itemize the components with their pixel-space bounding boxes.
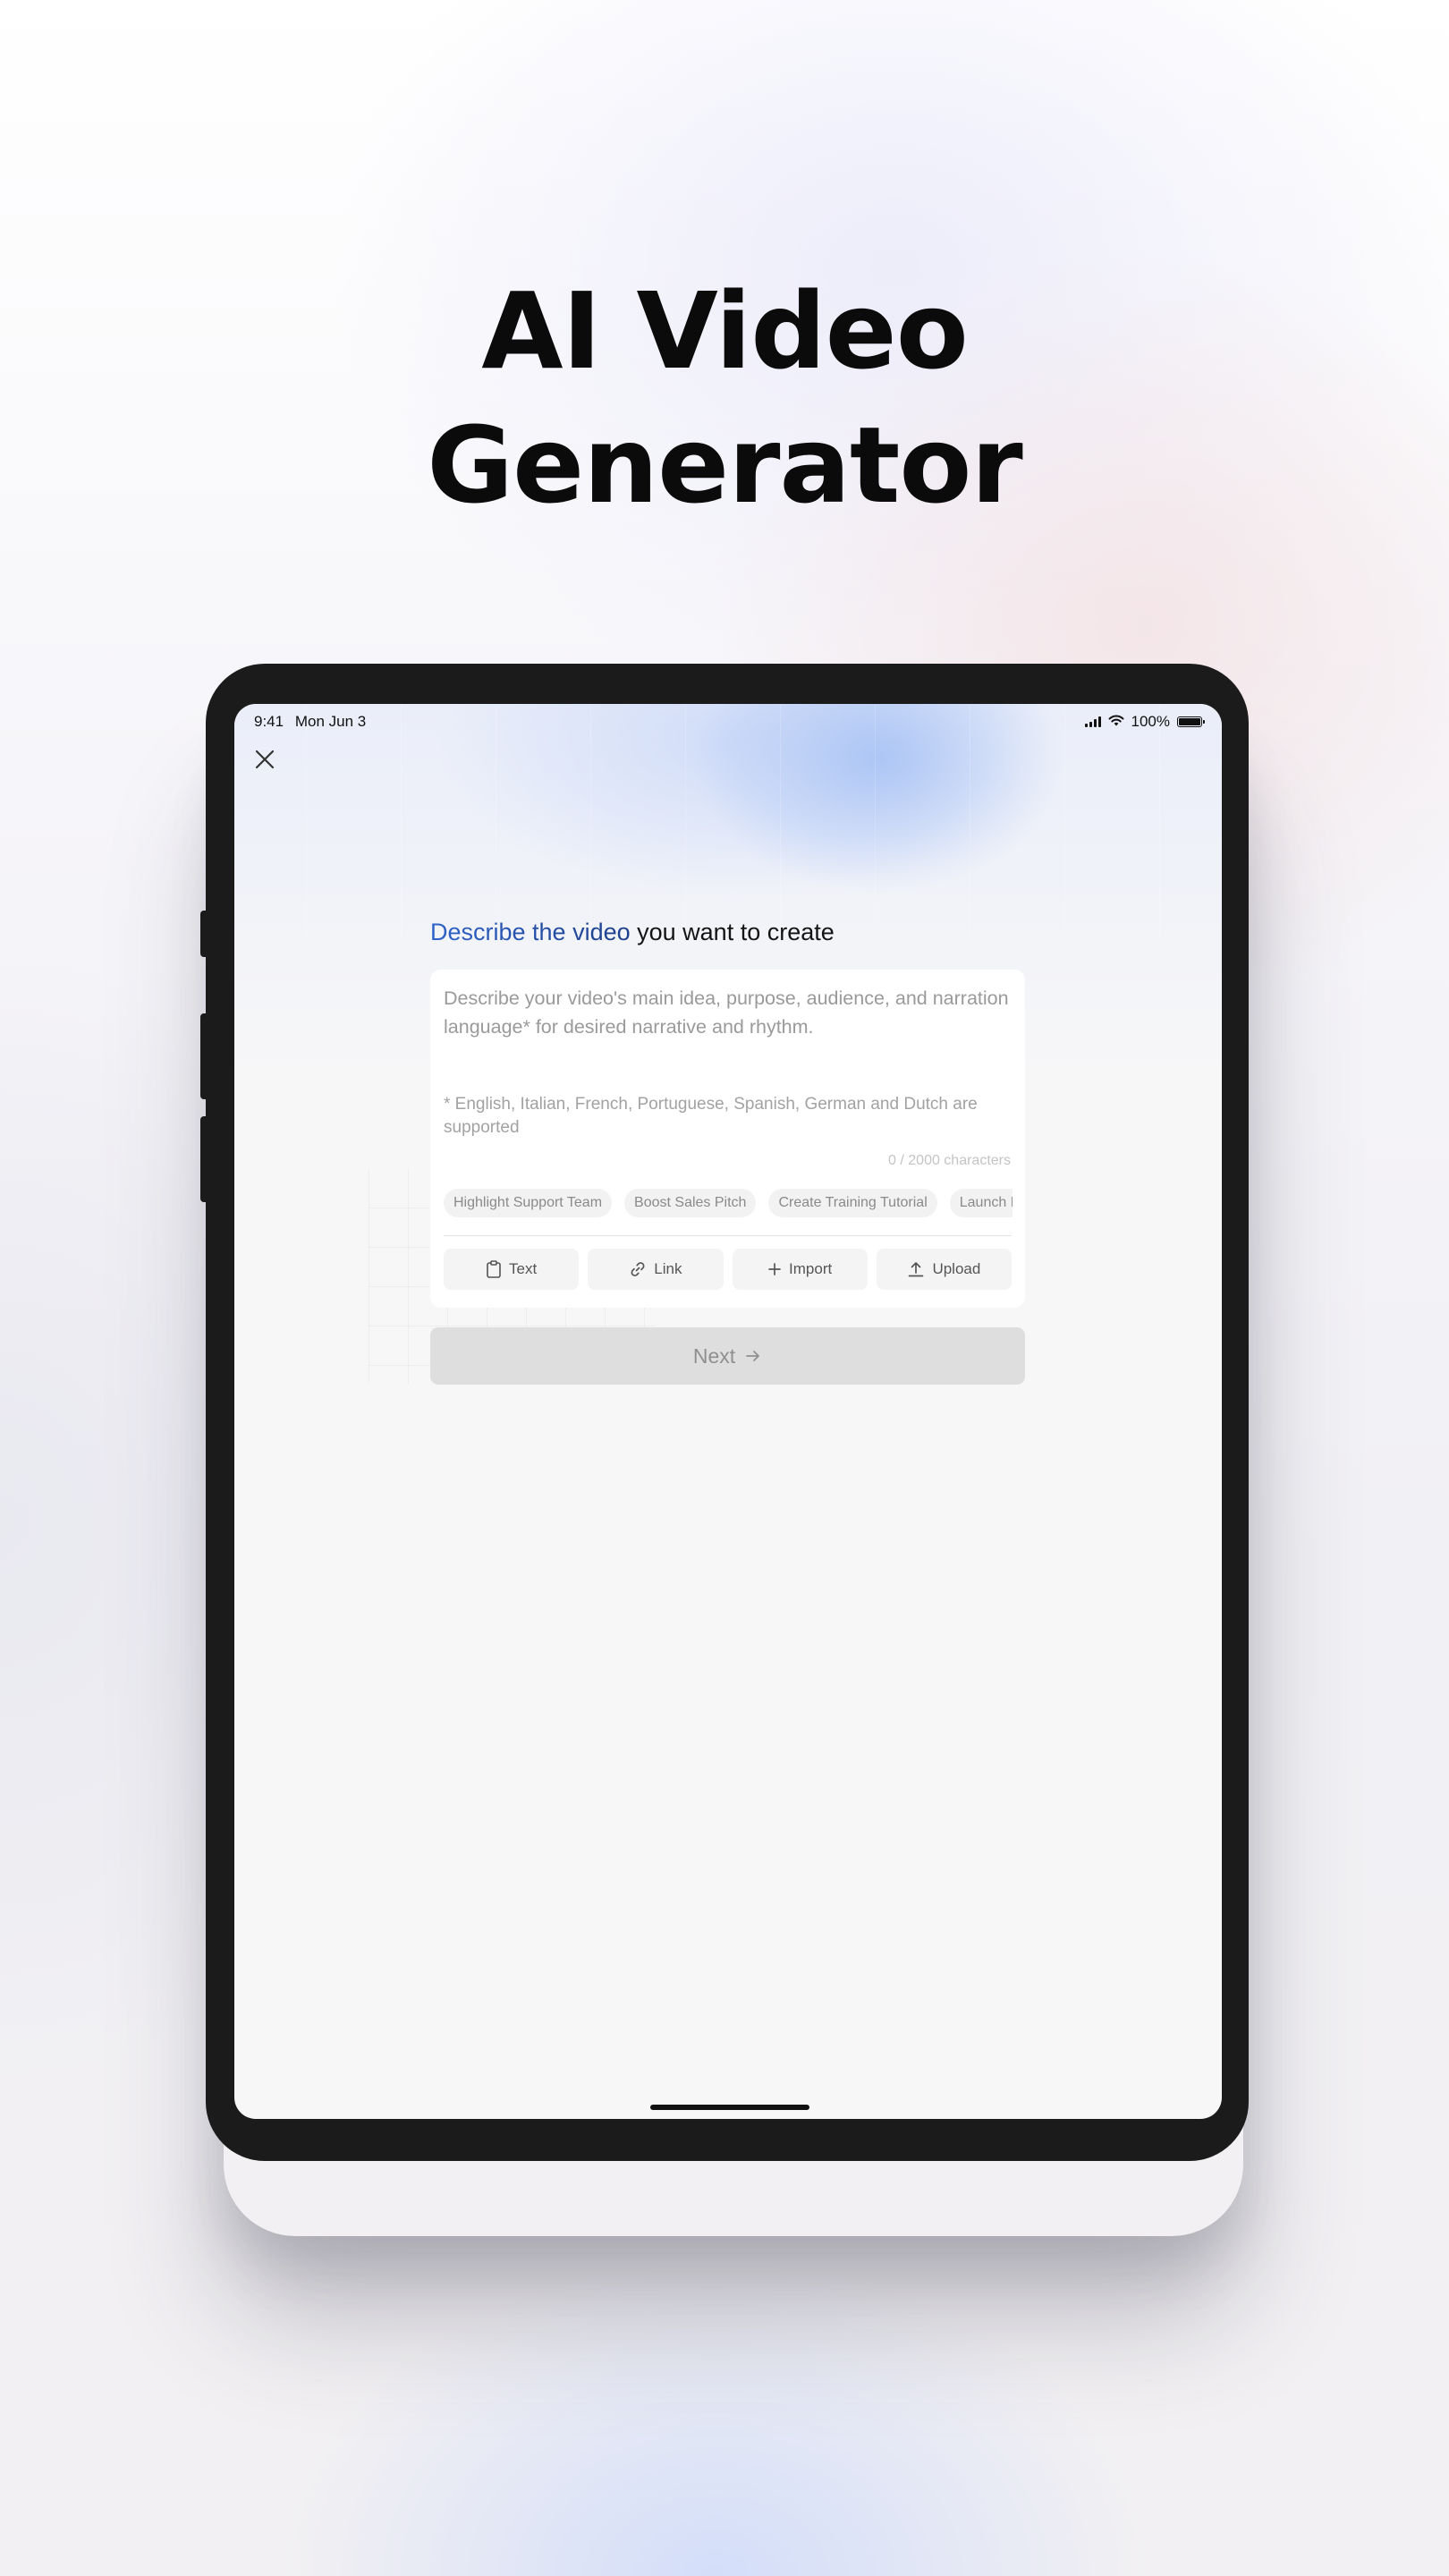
status-date: Mon Jun 3	[294, 713, 367, 730]
arrow-right-icon	[746, 1351, 760, 1361]
link-button[interactable]: Link	[588, 1249, 724, 1290]
plus-icon	[768, 1263, 781, 1275]
status-bar: 9:41 Mon Jun 3 100%	[254, 711, 1205, 733]
hero-title-line-1: AI Video	[481, 269, 969, 393]
prompt-heading-rest: you want to create	[630, 919, 835, 945]
hero-title-line-2: Generator	[427, 403, 1022, 527]
card-divider	[444, 1235, 1012, 1236]
prompt-heading-highlight: Describe the video	[430, 919, 631, 945]
glow-grid-pattern	[306, 704, 1165, 936]
hero-title: AI Video Generator	[0, 264, 1449, 532]
language-support-note: * English, Italian, French, Portuguese, …	[444, 1095, 978, 1137]
upload-button-label: Upload	[932, 1260, 981, 1277]
suggestion-chip-create-training-tutorial[interactable]: Create Training Tutorial	[768, 1189, 937, 1217]
battery-percentage: 100%	[1131, 713, 1170, 730]
link-button-label: Link	[654, 1260, 682, 1277]
video-description-input[interactable]: Describe your video's main idea, purpose…	[444, 984, 1012, 1041]
home-indicator[interactable]	[650, 2105, 809, 2110]
close-button[interactable]	[249, 743, 281, 775]
prompt-card: Describe your video's main idea, purpose…	[430, 970, 1025, 1308]
import-button-label: Import	[789, 1260, 833, 1277]
upload-button[interactable]: Upload	[876, 1249, 1012, 1290]
suggestion-chip-launch-product-demo[interactable]: Launch Product Demo	[949, 1189, 1013, 1217]
prompt-heading: Describe the video you want to create	[430, 919, 835, 946]
tablet-screen: 9:41 Mon Jun 3 100% Describe the video y…	[234, 704, 1222, 2119]
status-indicators: 100%	[1084, 713, 1205, 731]
upload-icon	[909, 1262, 924, 1277]
wifi-icon	[1108, 713, 1124, 731]
battery-icon	[1177, 716, 1205, 727]
clipboard-icon	[487, 1260, 501, 1278]
status-time-date: 9:41 Mon Jun 3	[254, 713, 373, 731]
import-button[interactable]: Import	[732, 1249, 868, 1290]
character-counter: 0 / 2000 characters	[888, 1153, 1011, 1168]
suggestion-chip-boost-sales-pitch[interactable]: Boost Sales Pitch	[624, 1189, 757, 1217]
text-button-label: Text	[509, 1260, 538, 1277]
input-source-actions: Text Link Import Upload	[444, 1249, 1012, 1290]
suggestion-chip-highlight-support-team[interactable]: Highlight Support Team	[444, 1189, 613, 1217]
next-button-label: Next	[692, 1343, 736, 1368]
suggestion-chips: Highlight Support Team Boost Sales Pitch C…	[444, 1189, 1013, 1217]
close-icon	[255, 750, 275, 769]
cellular-signal-icon	[1084, 716, 1101, 727]
link-icon	[631, 1262, 645, 1276]
next-button[interactable]: Next	[430, 1327, 1025, 1385]
status-time: 9:41	[254, 713, 284, 730]
text-button[interactable]: Text	[444, 1249, 580, 1290]
